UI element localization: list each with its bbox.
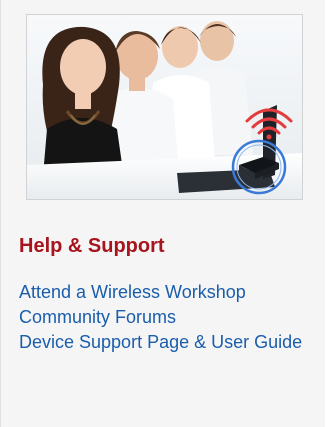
list-item: Device Support Page & User Guide <box>19 330 319 355</box>
people-at-laptops-photo <box>26 14 303 200</box>
help-support-heading: Help & Support <box>19 235 165 257</box>
list-item: Community Forums <box>19 305 319 330</box>
list-item: Attend a Wireless Workshop <box>19 280 319 305</box>
help-links-list: Attend a Wireless Workshop Community For… <box>19 280 319 355</box>
community-forums-link[interactable]: Community Forums <box>19 307 176 327</box>
device-support-page-link[interactable]: Device Support Page & User Guide <box>19 332 302 352</box>
attend-wireless-workshop-link[interactable]: Attend a Wireless Workshop <box>19 282 246 302</box>
help-support-panel: Help & Support Attend a Wireless Worksho… <box>0 0 325 427</box>
